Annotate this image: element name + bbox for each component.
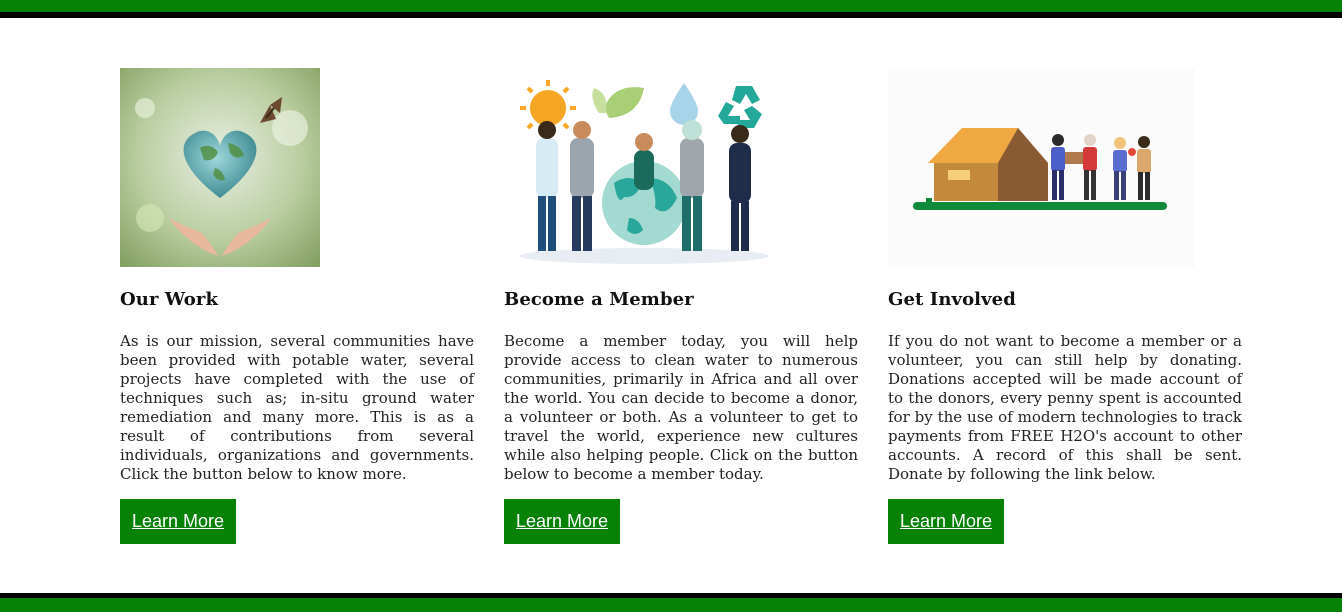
card-description: As is our mission, several communities h… [120,332,474,483]
bottom-border [0,593,1342,612]
top-border [0,0,1342,18]
card-title: Get Involved [888,289,1016,310]
learn-more-button[interactable]: Learn More [504,499,621,544]
card-description: Become a member today, you will help pro… [504,332,858,483]
volunteers-tent-image [888,68,1195,267]
card-get-involved: Get Involved If you do not want to becom… [888,68,1242,544]
people-globe-image [504,68,779,267]
earth-heart-image [120,68,320,267]
card-title: Become a Member [504,289,694,310]
learn-more-button[interactable]: Learn More [888,499,1005,544]
bottom-green-stripe [0,598,1342,612]
card-description: If you do not want to become a member or… [888,332,1242,483]
card-our-work: Our Work As is our mission, several comm… [120,68,474,544]
card-title: Our Work [120,289,219,310]
learn-more-button[interactable]: Learn More [120,499,237,544]
top-green-stripe [0,0,1342,12]
top-black-stripe [0,12,1342,18]
card-become-member: Become a Member Become a member today, y… [504,68,858,544]
